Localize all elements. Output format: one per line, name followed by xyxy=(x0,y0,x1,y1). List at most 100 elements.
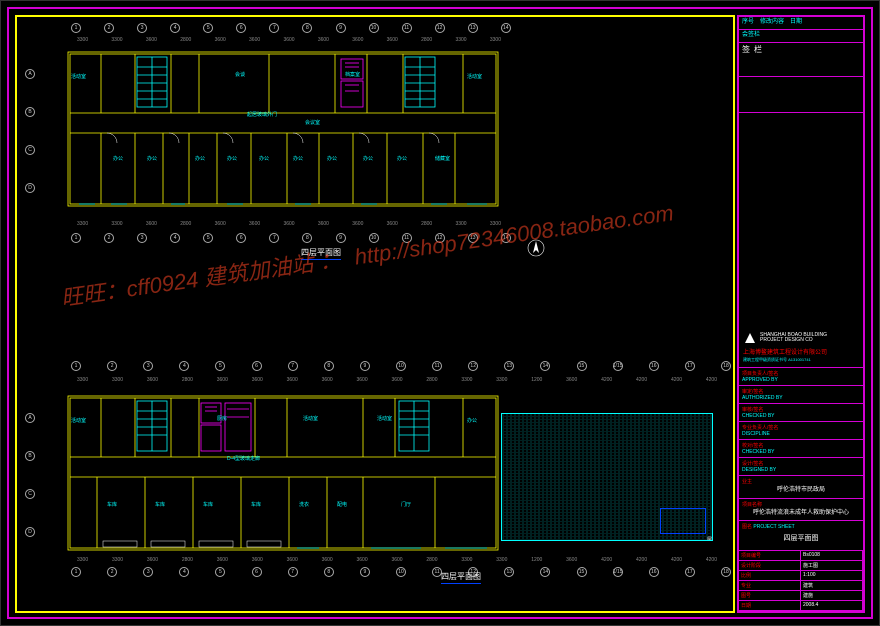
room-label: 活动室 xyxy=(303,415,318,422)
grid-bubble: B xyxy=(25,107,35,117)
grid-bubble: 1 xyxy=(71,233,81,243)
grid-bubble: 10 xyxy=(396,567,406,577)
dimension-text: 4200 xyxy=(601,377,612,383)
dimension-text: 3600 xyxy=(217,377,228,383)
dimensions-lower-top: 3300330036002800360036003600360036003600… xyxy=(77,377,717,383)
grid-stage-lbl: 设计阶段 xyxy=(739,561,801,571)
grid-scale: 1:100 xyxy=(801,571,863,581)
floor-plan-upper[interactable]: 活动室会谈会议室档案室活动室办公办公办公办公办公办公办公办公办公储藏室 起居玻璃… xyxy=(67,51,499,207)
room-label: 办公 xyxy=(327,155,337,162)
rev-col-desc: 修改内容 xyxy=(760,19,784,27)
dimension-text: 3600 xyxy=(147,557,158,563)
grid-bubble: 14 xyxy=(540,567,550,577)
grid-scale-lbl: 比例 xyxy=(739,571,801,581)
room-label: 活动室 xyxy=(467,73,482,80)
dimension-text: 3600 xyxy=(252,377,263,383)
grid-bubble: 2 xyxy=(107,567,117,577)
floor-plan-lower[interactable]: 活动室厨房活动室活动室办公车库车库车库车库洗衣配电门厅 D-4型玻璃走廊 xyxy=(67,395,499,551)
dimension-text: 2800 xyxy=(182,377,193,383)
axis-bubbles-upper-left: ABCD xyxy=(25,69,35,195)
room-label: 活动室 xyxy=(377,415,392,422)
grid-bubble: D xyxy=(25,527,35,537)
dimension-text: 4200 xyxy=(671,557,682,563)
grid-bubble: 3 xyxy=(137,233,147,243)
dimension-text: 3600 xyxy=(283,221,294,227)
grid-disc-lbl: 专业 xyxy=(739,581,801,591)
grid-bubble: D xyxy=(25,183,35,193)
grid-no-lbl: 项目编号 xyxy=(739,551,801,561)
plan-title-upper: 四层平面图 xyxy=(301,247,341,260)
axis-bubbles-upper-top: 1234567891011121314 xyxy=(71,23,511,33)
company-logo-icon xyxy=(743,331,757,345)
dimension-text: 4200 xyxy=(671,377,682,383)
grid-bubble: 16 xyxy=(649,361,659,371)
company-name-en2: PROJECT DESIGN CO xyxy=(760,338,827,344)
grid-bubble: 11 xyxy=(402,233,412,243)
grid-bubble: 5 xyxy=(203,233,213,243)
dimension-text: 3600 xyxy=(146,37,157,43)
dimension-text: 3600 xyxy=(215,37,226,43)
axis-bubbles-lower-bottom: 1234567891011121314151/15161718 xyxy=(71,567,731,577)
grid-bubble: 2 xyxy=(104,233,114,243)
dimension-text: 3600 xyxy=(217,557,228,563)
title-block: 序号 修改内容 日期 会签栏 签栏 SHANGHAI BOAO BUILDING… xyxy=(737,15,865,613)
room-label: 办公 xyxy=(113,155,123,162)
dimension-text: 3600 xyxy=(252,557,263,563)
room-label: 车库 xyxy=(251,501,261,508)
roof-opening xyxy=(660,508,706,534)
axis-bubbles-lower-top: 1234567891011121314151/15161718 xyxy=(71,361,731,371)
roof-plan-block[interactable]: 屋面板 xyxy=(501,413,713,541)
plan-title-lower: 四层平面图 xyxy=(441,571,481,584)
grid-bubble: 15 xyxy=(577,567,587,577)
axis-bubbles-upper-bottom: 1234567891011121314 xyxy=(71,233,511,243)
room-label: 办公 xyxy=(227,155,237,162)
grid-bubble: 13 xyxy=(468,233,478,243)
grid-bubble: 9 xyxy=(360,361,370,371)
dimension-text: 3300 xyxy=(77,221,88,227)
grid-date-lbl: 日期 xyxy=(739,601,801,611)
dimension-text: 3300 xyxy=(112,557,123,563)
signature-area: 签栏 xyxy=(739,43,863,77)
dimension-text: 3600 xyxy=(566,557,577,563)
grid-bubble: 11 xyxy=(432,361,442,371)
room-label: 洗衣 xyxy=(299,501,309,508)
grid-bubble: 10 xyxy=(369,23,379,33)
grid-bubble: 6 xyxy=(236,233,246,243)
room-label: 厨房 xyxy=(217,415,227,422)
dimension-text: 3600 xyxy=(322,557,333,563)
revision-table: 序号 修改内容 日期 会签栏 签栏 xyxy=(739,17,863,113)
grid-bubble: 17 xyxy=(685,567,695,577)
room-label: 车库 xyxy=(155,501,165,508)
dimension-text: 3600 xyxy=(352,221,363,227)
grid-bubble: 11 xyxy=(402,23,412,33)
grid-bubble: 7 xyxy=(288,361,298,371)
dimension-text: 2800 xyxy=(426,557,437,563)
grid-sheet-lbl: 图号 xyxy=(739,591,801,601)
dimension-text: 3600 xyxy=(147,377,158,383)
dimension-text: 3600 xyxy=(357,377,368,383)
dimension-text: 3300 xyxy=(455,221,466,227)
grid-bubble: 13 xyxy=(504,361,514,371)
title-grid: 项目编号 Bs0108 设计阶段 施工图 比例 1:100 专业 建筑 图号 建… xyxy=(739,551,863,611)
grid-bubble: 10 xyxy=(396,361,406,371)
dimension-text: 3600 xyxy=(249,221,260,227)
grid-bubble: 9 xyxy=(360,567,370,577)
dimension-text: 3600 xyxy=(287,377,298,383)
north-arrow-icon xyxy=(527,239,545,257)
room-label: 车库 xyxy=(203,501,213,508)
dimension-text: 3600 xyxy=(215,221,226,227)
dimensions-lower-bottom: 3300330036002800360036003600360036003600… xyxy=(77,557,717,563)
dimension-text: 3300 xyxy=(77,557,88,563)
grid-bubble: 2 xyxy=(107,361,117,371)
roof-tag: 屋面板 xyxy=(682,536,713,541)
dimension-text: 4200 xyxy=(636,557,647,563)
grid-bubble: 2 xyxy=(104,23,114,33)
grid-bubble: 5 xyxy=(215,567,225,577)
grid-bubble: 7 xyxy=(269,233,279,243)
dimension-text: 2800 xyxy=(421,37,432,43)
grid-bubble: 1 xyxy=(71,567,81,577)
signature-label: 签栏 xyxy=(742,45,766,54)
grid-bubble: 4 xyxy=(179,361,189,371)
corridor-label-upper: 起居玻璃外门 xyxy=(247,111,277,118)
grid-bubble: 8 xyxy=(302,233,312,243)
